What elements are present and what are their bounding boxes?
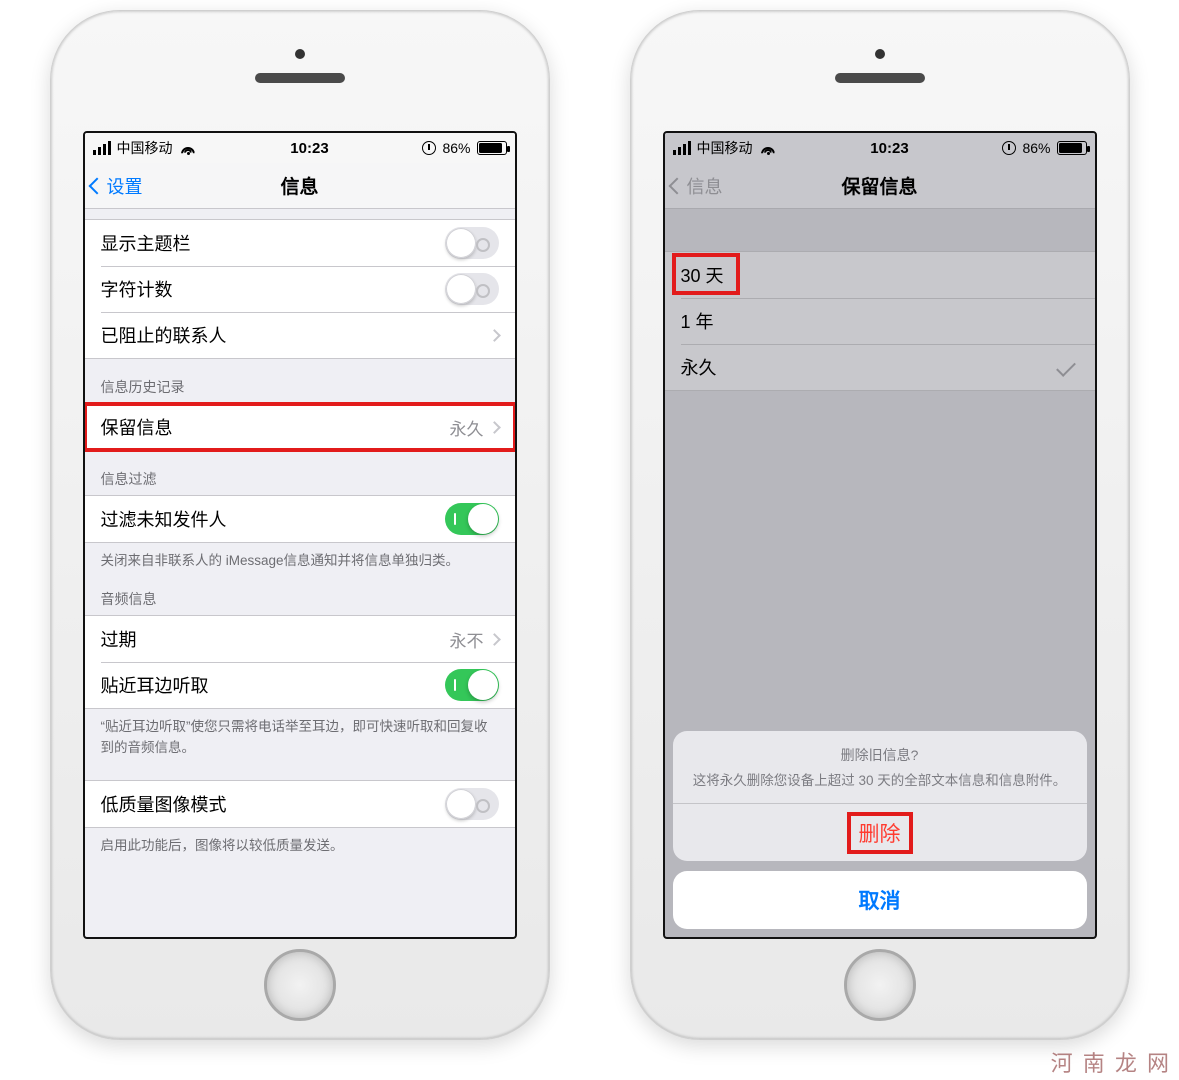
footer-filter-note: 关闭来自非联系人的 iMessage信息通知并将信息单独归类。 [85,543,515,583]
group-header-audio: 音频信息 [85,583,515,615]
row-blocked-contacts[interactable]: 已阻止的联系人 [85,312,515,358]
alarm-icon [422,141,436,155]
toggle-low-quality[interactable] [445,788,499,820]
battery-icon [1057,141,1087,155]
signal-icon [673,141,691,155]
chevron-left-icon [88,177,105,194]
nav-bar: 信息 保留信息 [665,163,1095,209]
nav-back-label: 信息 [687,173,723,199]
status-time: 10:23 [870,140,908,157]
sheet-header: 删除旧信息? 这将永久删除您设备上超过 30 天的全部文本信息和信息附件。 [673,731,1087,803]
watermark-text: 河 南 龙 网 [1051,1046,1171,1078]
home-button[interactable] [264,949,336,1021]
nav-back-button[interactable]: 设置 [91,163,143,208]
screen-left: 中国移动 10:23 86% 设置 信息 [83,131,517,939]
sheet-delete-button[interactable]: 删除 [673,803,1087,861]
nav-bar: 设置 信息 [85,163,515,209]
iphone-frame-right: 中国移动 10:23 86% 信息 保留信息 [630,10,1130,1040]
carrier-label: 中国移动 [117,138,173,158]
chevron-right-icon [488,421,501,434]
wifi-icon [179,141,197,155]
row-low-quality[interactable]: 低质量图像模式 [85,781,515,827]
toggle-filter-unknown[interactable] [445,503,499,535]
action-sheet: 删除旧信息? 这将永久删除您设备上超过 30 天的全部文本信息和信息附件。 删除… [673,731,1087,929]
row-expire[interactable]: 过期 永不 [85,616,515,662]
battery-percent: 86% [442,140,470,156]
carrier-label: 中国移动 [697,138,753,158]
group-header-filter: 信息过滤 [85,451,515,495]
option-1-year[interactable]: 1 年 [665,298,1095,344]
nav-back-button[interactable]: 信息 [671,163,723,208]
row-show-subject[interactable]: 显示主题栏 [85,220,515,266]
toggle-raise-listen[interactable] [445,669,499,701]
speaker-grille [835,73,925,83]
footer-raise-note: “贴近耳边听取”使您只需将电话举至耳边，即可快速听取和回复收到的音频信息。 [85,709,515,770]
battery-icon [477,141,507,155]
signal-icon [93,141,111,155]
alarm-icon [1002,141,1016,155]
status-bar: 中国移动 10:23 86% [665,133,1095,163]
chevron-right-icon [488,633,501,646]
status-time: 10:23 [290,140,328,157]
wifi-icon [759,141,777,155]
row-keep-messages[interactable]: 保留信息 永久 [85,404,515,450]
iphone-frame-left: 中国移动 10:23 86% 设置 信息 [50,10,550,1040]
row-filter-unknown[interactable]: 过滤未知发件人 [85,496,515,542]
speaker-grille [255,73,345,83]
footer-low-quality-note: 启用此功能后，图像将以较低质量发送。 [85,828,515,868]
toggle-char-count[interactable] [445,273,499,305]
toggle-show-subject[interactable] [445,227,499,259]
sheet-title: 删除旧信息? [693,745,1067,765]
group-header-history: 信息历史记录 [85,359,515,403]
page-title: 保留信息 [841,172,917,199]
page-title: 信息 [280,172,318,199]
option-forever[interactable]: 永久 [665,344,1095,390]
chevron-left-icon [668,177,685,194]
chevron-right-icon [488,329,501,342]
row-raise-to-listen[interactable]: 贴近耳边听取 [85,662,515,708]
proximity-sensor [295,49,305,59]
nav-back-label: 设置 [107,173,143,199]
proximity-sensor [875,49,885,59]
screen-right: 中国移动 10:23 86% 信息 保留信息 [663,131,1097,939]
battery-percent: 86% [1022,140,1050,156]
settings-content: 显示主题栏 字符计数 已阻止的联系人 信息历史记录 保留信息 [85,209,515,937]
checkmark-icon [1056,357,1076,377]
status-bar: 中国移动 10:23 86% [85,133,515,163]
home-button[interactable] [844,949,916,1021]
sheet-cancel-button[interactable]: 取消 [673,871,1087,929]
row-char-count[interactable]: 字符计数 [85,266,515,312]
sheet-message: 这将永久删除您设备上超过 30 天的全部文本信息和信息附件。 [693,769,1067,789]
option-30-days[interactable]: 30 天 [665,252,1095,298]
